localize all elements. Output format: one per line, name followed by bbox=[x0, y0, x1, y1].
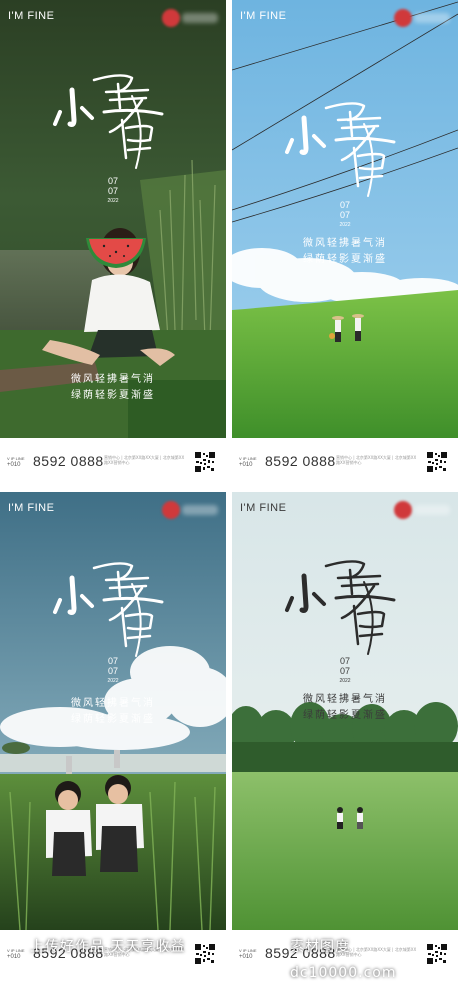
date-year: 2022 bbox=[339, 222, 351, 228]
logo-text-blurred bbox=[182, 13, 218, 23]
date-block: 07 07 2022 bbox=[328, 200, 362, 230]
brand-name: I'M FINE bbox=[240, 502, 287, 514]
phone-prefix: V IP LINE +010 bbox=[7, 455, 25, 469]
xiaoshu-calligraphy-title: 小暑 bbox=[53, 74, 164, 169]
poem-line-2: 绿荫轻影夏渐盛 bbox=[71, 714, 155, 725]
poem-line-1: 微风轻拂暑气消 bbox=[71, 698, 155, 709]
date-month: 07 bbox=[107, 656, 118, 666]
poster-4: I'M FINE 小暑 07 07 bbox=[232, 492, 458, 982]
vip-line-label: V IP LINE bbox=[239, 456, 257, 461]
poem-line-1: 微风轻拂暑气消 bbox=[303, 694, 387, 705]
qr-code-icon[interactable] bbox=[426, 451, 448, 473]
logo-icon bbox=[394, 501, 412, 519]
area-code: +010 bbox=[7, 462, 21, 468]
watermark-right: 素材图度 dc10000.com bbox=[290, 939, 397, 981]
date-block: 07 07 2022 bbox=[328, 656, 362, 686]
poster-3: I'M FINE 小暑 07 07 bbox=[0, 492, 226, 982]
address-text: 营销中心 | 北京第XX路XX大厦 | 北京城第XX路XX营销中心 bbox=[104, 455, 185, 465]
logo-text-blurred bbox=[414, 505, 450, 515]
phone-prefix: V IP LINE +010 bbox=[239, 947, 257, 961]
phone-prefix: V IP LINE +010 bbox=[239, 455, 257, 469]
logo-icon bbox=[394, 9, 412, 27]
date-day: 07 bbox=[339, 210, 350, 220]
poster-4-scene: I'M FINE 小暑 07 07 bbox=[232, 492, 458, 930]
date-block: 07 07 2022 bbox=[96, 656, 130, 686]
logo-icon bbox=[162, 9, 180, 27]
qr-code-icon[interactable] bbox=[194, 943, 216, 965]
poem: 微风轻拂暑气消 绿荫轻影夏渐盛 bbox=[0, 372, 226, 404]
poster-2-footer: V IP LINE +010 8592 0888 营销中心 | 北京第XX路XX… bbox=[232, 438, 458, 490]
poem: 微风轻拂暑气消 绿荫轻影夏渐盛 bbox=[232, 236, 458, 268]
xiaoshu-calligraphy-title: 小暑 bbox=[53, 562, 164, 657]
vip-line-label: V IP LINE bbox=[7, 456, 25, 461]
poster-1-scene: I'M FINE 小暑 07 07 bbox=[0, 0, 226, 438]
address-text: 营销中心 | 北京第XX路XX大厦 | 北京城第XX路XX营销中心 bbox=[336, 455, 417, 465]
qr-code-icon[interactable] bbox=[194, 451, 216, 473]
logo-text-blurred bbox=[414, 13, 450, 23]
date-year: 2022 bbox=[107, 678, 119, 684]
date-year: 2022 bbox=[339, 678, 351, 684]
poster-3-scene: I'M FINE 小暑 07 07 bbox=[0, 492, 226, 930]
date-day: 07 bbox=[107, 666, 118, 676]
poster-2: I'M FINE 小暑 07 07 bbox=[232, 0, 458, 490]
poem-line-1: 微风轻拂暑气消 bbox=[71, 374, 155, 385]
brand-name: I'M FINE bbox=[8, 10, 55, 22]
area-code: +010 bbox=[7, 954, 21, 960]
poem-line-2: 绿荫轻影夏渐盛 bbox=[303, 254, 387, 265]
poem: 微风轻拂暑气消 绿荫轻影夏渐盛 bbox=[232, 692, 458, 724]
date-day: 07 bbox=[107, 186, 118, 196]
poster-2-scene: I'M FINE 小暑 07 07 bbox=[232, 0, 458, 438]
date-month: 07 bbox=[339, 200, 350, 210]
logo-text-blurred bbox=[182, 505, 218, 515]
watermark-left: 上传好作品 天天享收益 bbox=[30, 939, 186, 955]
date-month: 07 bbox=[107, 176, 118, 186]
poem: 微风轻拂暑气消 绿荫轻影夏渐盛 bbox=[0, 696, 226, 728]
date-block: 07 07 2022 bbox=[96, 176, 130, 206]
date-year: 2022 bbox=[107, 198, 119, 204]
poster-1-footer: V IP LINE +010 8592 0888 营销中心 | 北京第XX路XX… bbox=[0, 438, 226, 490]
brand-name: I'M FINE bbox=[240, 10, 287, 22]
xiaoshu-calligraphy-title: 小暑 bbox=[285, 102, 396, 197]
poem-line-2: 绿荫轻影夏渐盛 bbox=[71, 390, 155, 401]
logo-icon bbox=[162, 501, 180, 519]
vip-line-label: V IP LINE bbox=[7, 948, 25, 953]
phone-prefix: V IP LINE +010 bbox=[7, 947, 25, 961]
date-month: 07 bbox=[339, 656, 350, 666]
date-day: 07 bbox=[339, 666, 350, 676]
phone-number[interactable]: 8592 0888 bbox=[265, 453, 336, 469]
brand-name: I'M FINE bbox=[8, 502, 55, 514]
poem-line-2: 绿荫轻影夏渐盛 bbox=[303, 710, 387, 721]
area-code: +010 bbox=[239, 462, 253, 468]
poster-1: I'M FINE 小暑 07 07 bbox=[0, 0, 226, 490]
poem-line-1: 微风轻拂暑气消 bbox=[303, 238, 387, 249]
phone-number[interactable]: 8592 0888 bbox=[33, 453, 104, 469]
xiaoshu-calligraphy-title: 小暑 bbox=[285, 560, 396, 655]
area-code: +010 bbox=[239, 954, 253, 960]
vip-line-label: V IP LINE bbox=[239, 948, 257, 953]
